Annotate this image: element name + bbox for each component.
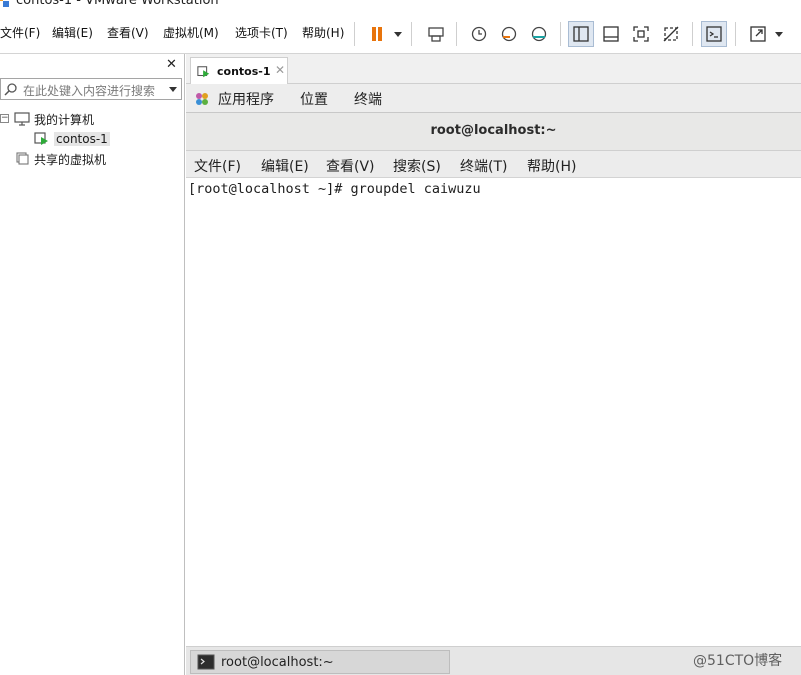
take-snapshot-button[interactable]	[466, 21, 492, 47]
close-icon[interactable]: ✕	[166, 57, 177, 72]
shared-vm-icon	[16, 152, 29, 165]
vm-running-icon	[34, 132, 48, 145]
library-search-input[interactable]: 在此处键入内容进行搜索	[0, 78, 182, 100]
terminal-menu-search[interactable]: 搜索(S)	[393, 156, 441, 176]
console-view-button[interactable]	[701, 21, 727, 47]
stretch-icon	[750, 26, 766, 42]
search-placeholder: 在此处键入内容进行搜索	[23, 84, 156, 98]
gnome-terminal-menu[interactable]: 终端	[354, 89, 382, 109]
snapshot-icon	[471, 26, 487, 42]
revert-snapshot-icon	[501, 26, 517, 42]
terminal-menu-view[interactable]: 查看(V)	[326, 156, 375, 176]
menu-file[interactable]: 文件(F)	[0, 24, 40, 41]
library-header: ✕	[0, 54, 185, 76]
toolbar-separator	[692, 22, 693, 46]
thumbnail-bar-icon	[603, 26, 619, 42]
window-title: contos-1 - VMware Workstation	[16, 0, 219, 8]
menu-view[interactable]: 查看(V)	[107, 24, 149, 41]
toolbar-separator	[354, 22, 355, 46]
toolbar-separator	[411, 22, 412, 46]
snapshot-manager-button[interactable]	[526, 21, 552, 47]
send-keys-icon	[428, 27, 444, 42]
search-icon	[4, 83, 17, 96]
toolbar-separator	[560, 22, 561, 46]
gnome-top-panel: 应用程序 位置 终端	[186, 84, 801, 113]
unity-button[interactable]	[658, 21, 684, 47]
terminal-command-line: [root@localhost ~]# groupdel caiwuzu	[188, 181, 481, 197]
unity-icon	[663, 26, 679, 42]
gnome-applications-menu[interactable]: 应用程序	[218, 89, 274, 109]
menu-tabs[interactable]: 选项卡(T)	[235, 24, 288, 41]
menu-edit[interactable]: 编辑(E)	[52, 24, 93, 41]
menu-toolbar-bar: 文件(F) 编辑(E) 查看(V) 虚拟机(M) 选项卡(T) 帮助(H)	[0, 14, 801, 54]
tree-collapse-toggle[interactable]: −	[0, 114, 9, 123]
fullscreen-icon	[633, 26, 649, 42]
gnome-places-menu[interactable]: 位置	[300, 89, 328, 109]
tree-label: 共享的虚拟机	[34, 152, 107, 167]
terminal-icon	[197, 654, 215, 670]
send-ctrl-alt-del-button[interactable]	[423, 21, 449, 47]
console-view-icon	[706, 26, 722, 42]
library-view-icon	[573, 26, 589, 42]
stretch-dropdown-caret[interactable]	[775, 32, 783, 37]
snapshot-manager-icon	[531, 26, 547, 42]
full-screen-button[interactable]	[628, 21, 654, 47]
pause-button[interactable]	[364, 21, 390, 47]
pause-icon	[372, 27, 382, 41]
terminal-menu-help[interactable]: 帮助(H)	[527, 156, 576, 176]
toolbar-separator	[735, 22, 736, 46]
tree-item-vm[interactable]: contos-1	[34, 130, 110, 148]
thumbnail-bar-button[interactable]	[598, 21, 624, 47]
close-icon[interactable]: ✕	[275, 63, 285, 77]
tab-label: contos-1	[217, 65, 271, 78]
taskbar-label: root@localhost:~	[221, 654, 334, 670]
terminal-menu-terminal[interactable]: 终端(T)	[460, 156, 507, 176]
pause-dropdown-caret[interactable]	[394, 32, 402, 37]
toolbar-separator	[456, 22, 457, 46]
menu-vm[interactable]: 虚拟机(M)	[163, 24, 219, 41]
tree-label: 我的计算机	[34, 112, 95, 127]
menu-help[interactable]: 帮助(H)	[302, 24, 344, 41]
terminal-menu-edit[interactable]: 编辑(E)	[261, 156, 309, 176]
chevron-down-icon[interactable]	[169, 87, 177, 92]
terminal-output[interactable]: [root@localhost ~]# groupdel caiwuzu	[186, 178, 801, 646]
terminal-title-bar: root@localhost:~	[186, 113, 801, 151]
tab-contos-1[interactable]: contos-1 ✕	[190, 57, 288, 85]
show-library-button[interactable]	[568, 21, 594, 47]
vmware-logo-icon	[0, 0, 9, 7]
stretch-guest-button[interactable]	[745, 21, 771, 47]
terminal-menu-file[interactable]: 文件(F)	[194, 156, 241, 176]
computer-icon	[14, 112, 30, 126]
terminal-title: root@localhost:~	[430, 123, 557, 138]
taskbar-terminal-button[interactable]: root@localhost:~	[190, 650, 450, 674]
vm-tab-strip: contos-1 ✕	[186, 54, 801, 85]
revert-snapshot-button[interactable]	[496, 21, 522, 47]
title-bar: contos-1 - VMware Workstation	[0, 0, 801, 14]
tree-item-shared-vms[interactable]: 共享的虚拟机	[14, 150, 106, 168]
library-panel: ✕ 在此处键入内容进行搜索 − 我的计算机 contos-1 共享的虚拟机	[0, 54, 185, 675]
tree-label: contos-1	[54, 132, 110, 146]
vm-running-icon	[197, 65, 210, 77]
watermark-text: @51CTO博客	[693, 653, 783, 669]
gnome-foot-icon	[196, 93, 208, 105]
terminal-menu-bar: 文件(F) 编辑(E) 查看(V) 搜索(S) 终端(T) 帮助(H)	[186, 151, 801, 178]
tree-item-my-computer[interactable]: 我的计算机	[14, 110, 94, 128]
